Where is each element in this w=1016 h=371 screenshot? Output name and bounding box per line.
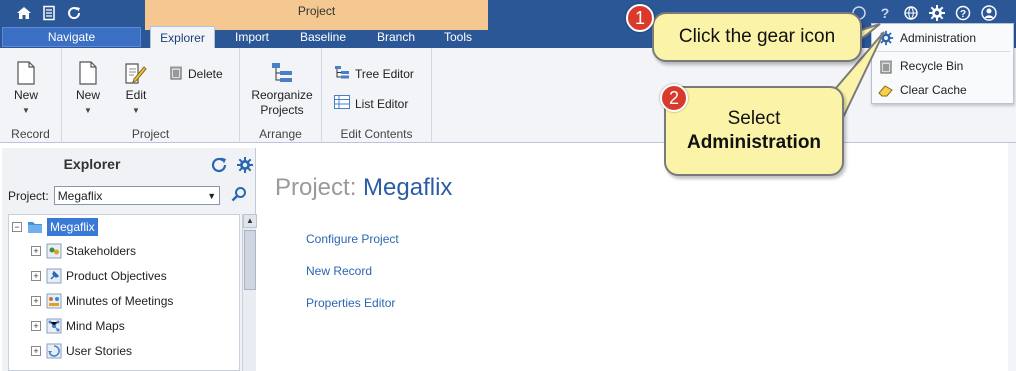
callout-2-line2: Administration xyxy=(686,132,822,153)
callout-2-line1: Select xyxy=(727,108,781,129)
step-2-badge: 2 xyxy=(660,84,688,112)
callout-step-1: Click the gear icon xyxy=(652,12,862,62)
callout-step-2: Select Administration xyxy=(664,86,844,176)
callout-1-text: Click the gear icon xyxy=(678,26,836,47)
step-1-badge: 1 xyxy=(626,4,654,32)
callout-pointers xyxy=(828,23,885,131)
